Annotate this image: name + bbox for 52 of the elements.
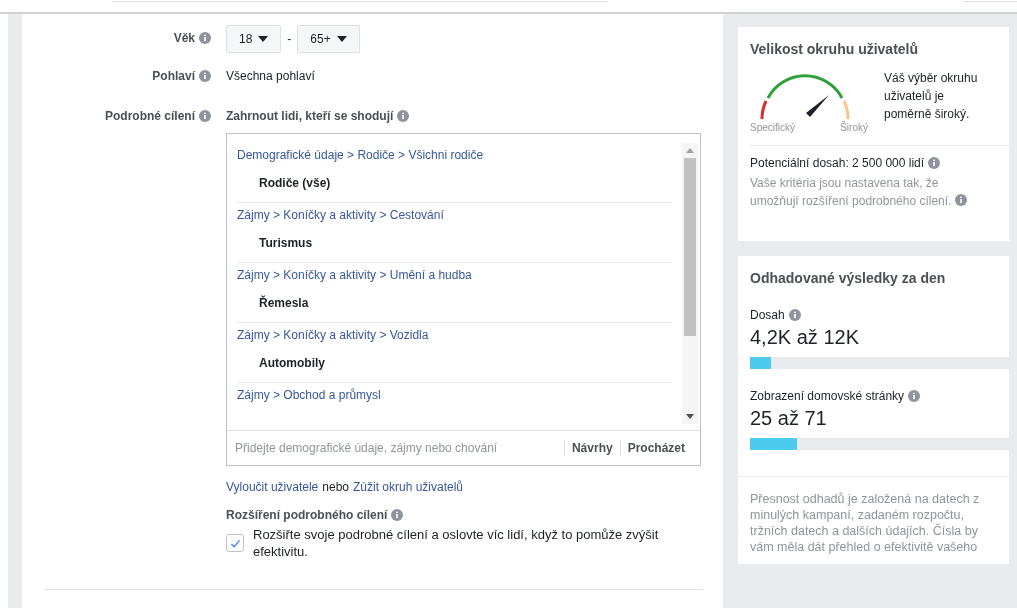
age-min-dropdown[interactable]: 18	[226, 25, 282, 53]
field-label: Podrobné cílení	[105, 109, 195, 123]
gauge-label: Široký	[840, 122, 868, 133]
caret-icon	[336, 36, 347, 42]
category-breadcrumb[interactable]: Demografické údaje > Rodiče > Všichni rodiče	[237, 148, 484, 162]
metric-value: 25 až 71	[750, 407, 828, 430]
include-label: Zahrnout lidi, kteří se shodují	[226, 109, 394, 123]
targeting-item[interactable]: Řemesla	[237, 287, 672, 322]
checkbox[interactable]	[226, 534, 244, 552]
exclude-link[interactable]: Vyloučit uživatele	[226, 480, 319, 494]
section-label: Rozšíření podrobného cílení	[226, 508, 388, 522]
age-max-dropdown[interactable]: 65+	[297, 25, 360, 53]
metric-label: Zobrazení domovské stránky	[750, 389, 905, 403]
info-icon[interactable]	[199, 70, 211, 82]
info-icon[interactable]	[397, 110, 410, 122]
range-separator: -	[287, 32, 292, 46]
category-breadcrumb[interactable]: Zájmy > Koníčky a aktivity > Vozidla	[237, 328, 429, 342]
info-icon[interactable]	[788, 309, 801, 321]
targeting-item[interactable]: Turismus	[237, 227, 672, 262]
field-label: Pohlaví	[152, 69, 195, 83]
card-title: Velikost okruhu uživatelů	[750, 41, 920, 57]
info-icon[interactable]	[955, 194, 968, 206]
potential-reach: Potenciální dosah: 2 500 000 lidí	[750, 156, 925, 170]
targeting-item[interactable]: Rodiče (vše)	[237, 167, 672, 202]
scroll-down-icon[interactable]	[686, 414, 694, 419]
gauge-label: Specifický	[750, 122, 795, 133]
check-icon	[229, 538, 241, 548]
info-icon[interactable]	[199, 32, 211, 44]
action-button[interactable]: Procházet	[620, 441, 692, 455]
scrollbar[interactable]	[682, 143, 698, 424]
metric-value: 4,2K až 12K	[750, 326, 860, 349]
gender-value[interactable]: Všechna pohlaví	[226, 69, 315, 83]
narrow-link[interactable]: Zúžit okruh uživatelů	[353, 480, 464, 494]
info-icon[interactable]	[908, 390, 921, 402]
category-breadcrumb[interactable]: Zájmy > Obchod a průmysl	[237, 388, 381, 402]
category-breadcrumb[interactable]: Zájmy > Koníčky a aktivity > Cestování	[237, 208, 444, 222]
disclaimer-text: Přesnost odhadů je založená na datech z minulých kampaní, zadaném rozpočtu, tržních datech a dalších údajích. Čísla by vám měla dát přehled o efektivitě vašeho	[750, 491, 981, 555]
or-text: nebo	[322, 480, 349, 494]
metric-label: Dosah	[750, 308, 785, 322]
criteria-note: Vaše kritéria jsou nastavena tak, že umožňují rozšíření podrobného cílení.	[750, 176, 952, 208]
scroll-up-icon[interactable]	[686, 148, 694, 153]
audience-summary: Váš výběr okruhu uživatelů je poměrně široký.	[884, 70, 979, 123]
info-icon[interactable]	[391, 509, 404, 521]
card-title: Odhadované výsledky za den	[750, 270, 947, 286]
action-button[interactable]: Návrhy	[564, 441, 620, 455]
field-label: Věk	[173, 31, 195, 45]
caret-icon	[258, 36, 269, 42]
targeting-item[interactable]: Automobily	[237, 347, 672, 382]
checkbox-label: Rozšiřte svoje podrobné cílení a oslovte víc lidí, když to pomůže zvýšit efektivitu.	[253, 526, 660, 560]
category-breadcrumb[interactable]: Zájmy > Koníčky a aktivity > Umění a hudba	[237, 268, 472, 282]
info-icon[interactable]	[199, 110, 211, 122]
info-icon[interactable]	[928, 157, 941, 169]
